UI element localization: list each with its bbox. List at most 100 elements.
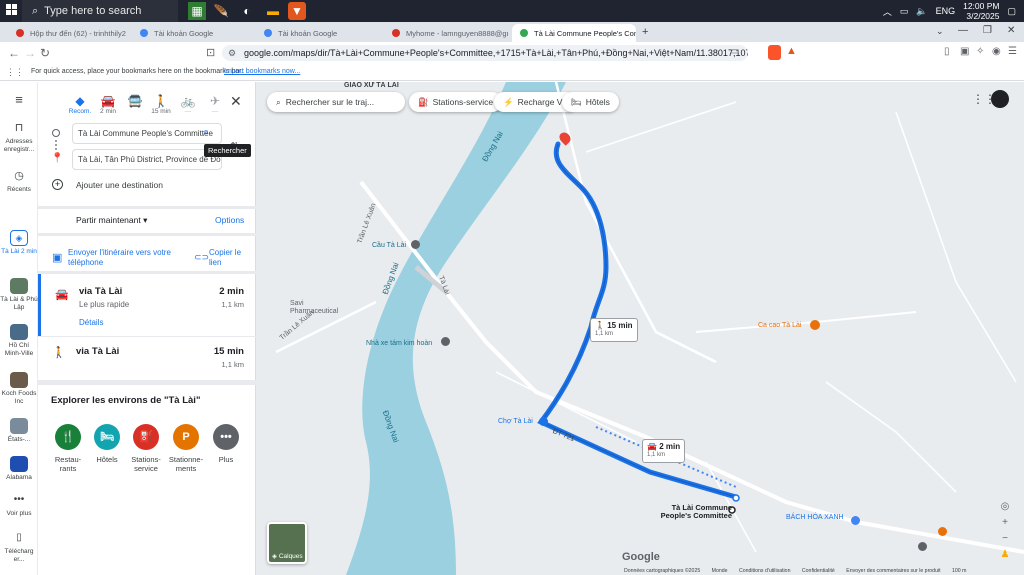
options-button[interactable]: Options [215, 215, 244, 225]
taskbar-search[interactable]: ⌕ Type here to search [22, 0, 178, 22]
folder-app-icon[interactable]: ▬ [264, 2, 282, 20]
zoom-out-button[interactable]: − [996, 532, 1014, 546]
rail-current-route[interactable]: ◈ Tà Lài 2 min [0, 230, 38, 256]
tab-google-account-1[interactable]: Tài khoản Google [132, 24, 254, 42]
details-link[interactable]: Détails [79, 318, 103, 327]
url-field[interactable]: ⚙ google.com/maps/dir/Tà+Lài+Commune+Peo… [222, 45, 748, 61]
hamburger-menu-icon[interactable]: ≡ [0, 93, 38, 106]
mode-walk[interactable]: 🚶 15 min [149, 94, 173, 115]
brave-rewards-icon[interactable]: ▲ [786, 45, 797, 57]
more-icon: ••• [213, 424, 239, 450]
brave-app-icon[interactable]: ▼ [288, 2, 306, 20]
origin-input[interactable]: Tà Lài Commune People's Committee [72, 123, 222, 144]
brave-shield-icon[interactable] [768, 45, 781, 60]
poi-marker[interactable] [441, 337, 450, 346]
menu-icon[interactable]: ☰ [1008, 46, 1017, 57]
rail-place-ta-lai[interactable]: Tà Lài & Phú Lập [0, 278, 38, 312]
mode-transit[interactable]: 🚍 [123, 94, 147, 108]
maximize-icon[interactable]: ❐ [983, 25, 992, 36]
feather-app-icon[interactable]: 🪶 [212, 2, 230, 20]
apps-grid-icon[interactable]: ⋮⋮ [6, 67, 24, 78]
category-parking[interactable]: P Stationne-ments [166, 424, 206, 473]
calculator-app-icon[interactable]: ▦ [188, 2, 206, 20]
layers-button[interactable]: ◈ Calques [267, 522, 307, 564]
map-canvas[interactable]: ⌕ Rechercher sur le traj... ⛽ Stations-ser… [256, 82, 1024, 575]
language-indicator[interactable]: ENG [936, 6, 956, 16]
mode-flight[interactable]: ✈ — [203, 94, 227, 115]
search-icon[interactable]: ⌕ [203, 126, 209, 139]
import-bookmarks-link[interactable]: Import bookmarks now... [224, 68, 300, 75]
walk-time-label[interactable]: 🚶 15 min 1,1 km [590, 318, 638, 342]
notification-icon[interactable]: ▢ [1007, 6, 1016, 17]
mode-car[interactable]: 🚘 2 min [96, 94, 120, 115]
maps-left-rail: ≡ ⊓ Adresses enregistr... ◷ Récents ◈ Tà Là… [0, 82, 38, 575]
vpn-icon[interactable]: ◉ [992, 46, 1001, 57]
rail-place-us[interactable]: États-... [0, 418, 38, 444]
network-icon[interactable]: ▭ [900, 6, 909, 17]
poi-marker[interactable] [810, 320, 820, 330]
tab-gmail[interactable]: Hộp thư đến (62) - trinhthily2010@... [8, 24, 126, 42]
cast-icon[interactable]: ▭ [730, 46, 739, 57]
category-restaurants[interactable]: 🍴 Restau-rants [48, 424, 88, 473]
tab-myhome[interactable]: Myhome - lamnguyen8888@gmail... [384, 24, 508, 42]
new-tab-icon[interactable]: + [642, 26, 648, 38]
route-option-walk[interactable]: 🚶 via Tà Lài 15 min 1,1 km [38, 338, 256, 378]
rail-place-alabama[interactable]: Alabama [0, 456, 38, 482]
place-thumbnail [10, 372, 28, 388]
category-gas-stations[interactable]: ⛽ Stations-service [126, 424, 166, 473]
rail-place-koch[interactable]: Koch Foods Inc [0, 372, 38, 406]
category-more[interactable]: ••• Plus [206, 424, 246, 464]
drive-time-label[interactable]: 🚘 2 min 1,1 km [642, 439, 686, 463]
chevron-up-icon[interactable]: ︿ [883, 5, 892, 18]
clock[interactable]: 12:00 PM 3/2/2025 [963, 1, 999, 21]
rail-saved[interactable]: ⊓ Adresses enregistr... [0, 123, 38, 154]
close-directions-icon[interactable]: ✕ [230, 93, 242, 110]
sidebar-icon[interactable]: ▯ [944, 46, 950, 57]
send-to-phone-link[interactable]: Envoyer l'itinéraire vers votre téléphon… [68, 248, 186, 268]
compass-icon[interactable]: ◎ [996, 500, 1014, 514]
back-icon[interactable]: ← [8, 46, 20, 60]
poi-marker[interactable] [539, 417, 548, 426]
extensions-icon[interactable]: ✧ [976, 46, 984, 57]
rail-download-app[interactable]: ▯ Télécharg er... [0, 533, 38, 564]
route-search-input[interactable]: ⌕ Rechercher sur le traj... [267, 92, 405, 112]
route-option-car[interactable]: 🚘 via Tà Lài 2 min Le plus rapide 1,1 km… [38, 274, 256, 336]
mode-bike[interactable]: 🚲 — [176, 94, 200, 115]
windows-start-icon[interactable] [6, 4, 20, 18]
forward-icon[interactable]: → [24, 46, 36, 60]
poi-marker[interactable] [918, 542, 927, 551]
link-icon: ⊂⊃ [194, 252, 210, 262]
depart-time-select[interactable]: Partir maintenant ▾ [76, 215, 147, 226]
tab-google-account-2[interactable]: Tài khoản Google [256, 24, 378, 42]
volume-icon[interactable]: 🔈 [916, 6, 927, 17]
reload-icon[interactable]: ↻ [40, 46, 50, 60]
category-hotels[interactable]: 🛏 Hôtels [87, 424, 127, 464]
destination-input[interactable]: Tà Lài, Tân Phú District, Province de Đồ… [72, 149, 222, 170]
avatar[interactable] [991, 90, 1009, 108]
wallet-icon[interactable]: ▣ [960, 46, 969, 57]
poi-marker[interactable] [411, 240, 420, 249]
walk-icon: 🚶 [153, 94, 169, 108]
add-destination-icon[interactable]: + [52, 179, 63, 190]
tab-maps-active[interactable]: Tà Lài Commune People's Com...✕ [512, 24, 636, 42]
minimize-icon[interactable]: — [958, 25, 968, 36]
rail-place-hcm[interactable]: Hồ Chí Minh-Ville [0, 324, 38, 358]
copy-link-button[interactable]: Copier le lien [209, 248, 249, 268]
zoom-in-button[interactable]: + [996, 516, 1014, 530]
edge-app-icon[interactable]: ◐ [238, 2, 256, 20]
rail-see-more[interactable]: ••• Voir plus [0, 495, 38, 518]
gas-station-icon: ⛽ [133, 424, 159, 450]
site-info-icon[interactable]: ⚙ [228, 45, 236, 61]
poi-marker[interactable] [938, 527, 947, 536]
system-tray: ︿ ▭ 🔈 ENG 12:00 PM 3/2/2025 ▢ [883, 0, 1016, 22]
window-close-icon[interactable]: ✕ [1007, 25, 1015, 36]
chip-gas-stations[interactable]: ⛽ Stations-service [409, 92, 503, 112]
rail-recents[interactable]: ◷ Récents [0, 171, 38, 194]
mode-recommended[interactable]: ◆ Recom. [68, 94, 92, 115]
pegman-icon[interactable]: ♟ [996, 548, 1014, 562]
add-destination[interactable]: Ajouter une destination [76, 180, 163, 190]
chip-hotels[interactable]: 🛏 Hôtels [562, 92, 619, 112]
tab-search-icon[interactable]: ⌄ [936, 26, 944, 37]
bookmark-icon[interactable]: ⊡ [206, 46, 215, 59]
poi-marker[interactable] [851, 516, 860, 525]
